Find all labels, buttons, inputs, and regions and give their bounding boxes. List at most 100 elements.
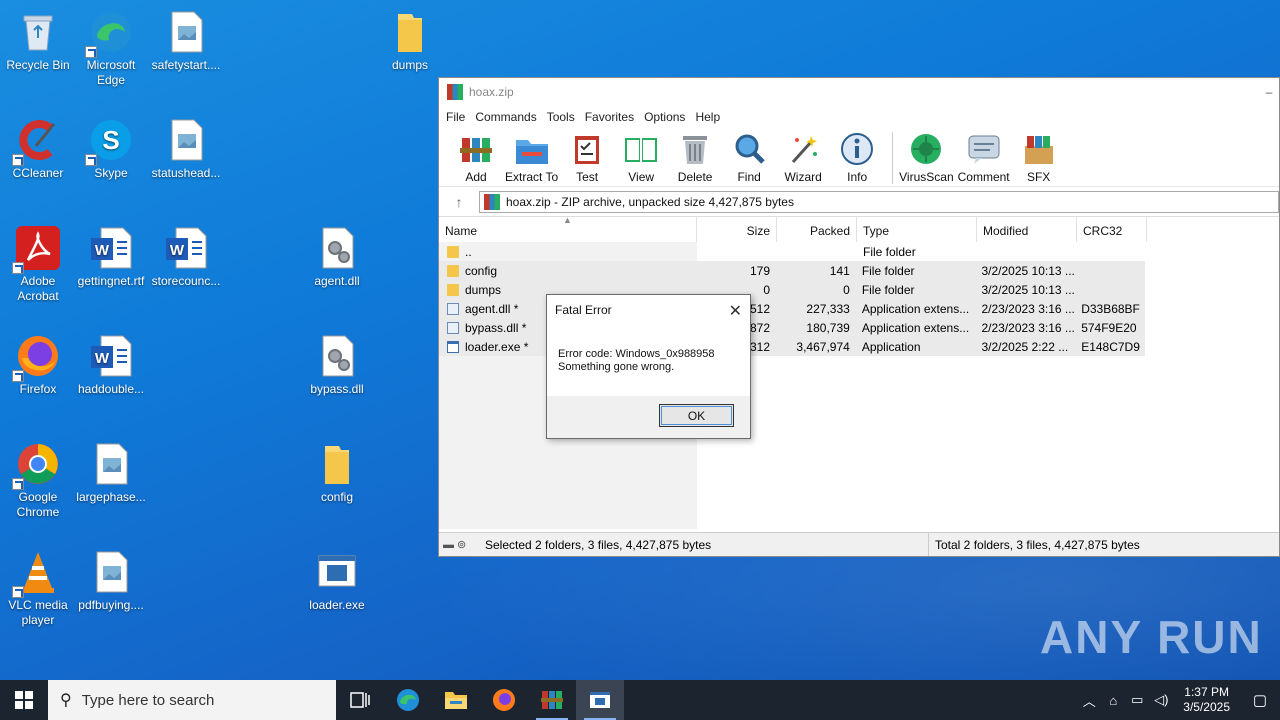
find-button[interactable]: Find <box>724 132 774 184</box>
menu-file[interactable]: File <box>441 110 470 124</box>
file-name: agent.dll * <box>465 301 519 316</box>
fatal-error-dialog[interactable]: Fatal Error ✕ Error code: Windows_0x9889… <box>546 294 751 439</box>
device-icon[interactable]: ⌂ <box>1101 693 1125 708</box>
desktop-icon-gettingnet[interactable]: W gettingnet.rtf <box>73 224 149 289</box>
drive-key-icon[interactable]: ▬ ⊚ <box>439 538 483 551</box>
menu-options[interactable]: Options <box>639 110 690 124</box>
desktop-icon-dumps[interactable]: dumps <box>372 8 448 73</box>
file-row-config[interactable]: config 179 141 File folder 3/2/2025 10:1… <box>439 261 1145 280</box>
dll-file-icon <box>447 302 459 315</box>
info-icon <box>839 132 875 166</box>
shortcut-arrow-icon <box>12 478 24 490</box>
taskbar-firefox[interactable] <box>480 680 528 720</box>
window-title: hoax.zip <box>469 85 514 99</box>
desktop-icon-pdfbuying[interactable]: pdfbuying.... <box>73 548 149 613</box>
desktop-icon-safetystart[interactable]: safetystart.... <box>148 8 224 73</box>
file-name: .. <box>465 244 472 259</box>
word-icon: W <box>87 332 135 380</box>
close-icon[interactable]: ✕ <box>729 301 742 321</box>
column-header-type[interactable]: Type <box>857 217 977 242</box>
info-button[interactable]: Info <box>832 132 882 184</box>
taskbar-edge[interactable] <box>384 680 432 720</box>
desktop-icon-label: CCleaner <box>12 166 64 180</box>
desktop-icon-label: haddouble... <box>77 382 145 396</box>
file-row-loader-exe[interactable]: loader.exe * 312 3,467,974 Application 3… <box>439 337 1145 356</box>
desktop-icon-largephase[interactable]: largephase... <box>73 440 149 505</box>
add-button[interactable]: Add <box>451 132 501 184</box>
desktop-icon-acrobat[interactable]: Adobe Acrobat <box>0 224 76 304</box>
notification-icon[interactable]: ▢ <box>1240 691 1280 709</box>
minimize-icon[interactable]: – <box>1259 85 1279 99</box>
file-row-dumps[interactable]: dumps 0 0 File folder 3/2/2025 10:13 ... <box>439 280 1145 299</box>
archive-path-field[interactable]: hoax.zip - ZIP archive, unpacked size 4,… <box>479 190 1279 213</box>
firefox-icon <box>12 332 62 382</box>
column-header-crc[interactable]: CRC32 <box>1077 217 1147 242</box>
window-titlebar[interactable]: hoax.zip – <box>439 78 1279 106</box>
wizard-button[interactable]: Wizard <box>778 132 828 184</box>
error-code-text: Error code: Windows_0x988958 <box>558 348 715 360</box>
ok-button[interactable]: OK <box>659 404 734 427</box>
desktop-icon-haddouble[interactable]: W haddouble... <box>73 332 149 397</box>
up-arrow-icon[interactable]: ↑ <box>439 194 479 210</box>
desktop-icon-agent-dll[interactable]: agent.dll <box>299 224 375 289</box>
wizard-label: Wizard <box>784 170 822 184</box>
desktop-icon-firefox[interactable]: Firefox <box>0 332 76 397</box>
sfx-button[interactable]: SFX <box>1014 132 1064 184</box>
desktop-icon-label: Microsoft Edge <box>86 58 136 87</box>
start-button[interactable] <box>0 680 48 720</box>
desktop-icon-label: statushead... <box>151 166 221 180</box>
find-label: Find <box>737 170 761 184</box>
shortcut-arrow-icon <box>85 46 97 58</box>
shortcut-arrow-icon <box>12 370 24 382</box>
file-row-bypass-dll[interactable]: bypass.dll * 872 180,739 Application ext… <box>439 318 1145 337</box>
desktop-icon-bypass-dll[interactable]: bypass.dll <box>299 332 375 397</box>
extract-to-button[interactable]: Extract To <box>505 132 558 184</box>
file-row-parent[interactable]: .. File folder <box>439 242 1279 261</box>
desktop-icon-vlc[interactable]: VLC media player <box>0 548 76 628</box>
volume-icon[interactable]: ◁) <box>1149 692 1173 708</box>
file-packed: 0 <box>843 282 850 297</box>
desktop-icon-label: largephase... <box>76 490 146 504</box>
desktop-icon-skype[interactable]: S Skype <box>73 116 149 181</box>
taskbar-search-box[interactable]: ⚲ Type here to search <box>48 680 336 720</box>
column-header-modified[interactable]: Modified <box>977 217 1077 242</box>
desktop-icon-recycle-bin[interactable]: Recycle Bin <box>0 8 76 73</box>
view-button[interactable]: View <box>616 132 666 184</box>
taskbar-winrar[interactable] <box>528 680 576 720</box>
test-label: Test <box>576 170 599 184</box>
clock[interactable]: 1:37 PM 3/5/2025 <box>1173 685 1240 715</box>
sort-ascending-icon: ▲ <box>563 215 572 225</box>
task-view-button[interactable] <box>336 680 384 720</box>
network-icon[interactable]: ▭ <box>1125 692 1149 708</box>
file-type: Application extens... <box>861 301 970 316</box>
column-header-packed[interactable]: Packed <box>777 217 857 242</box>
desktop-icon-edge[interactable]: Microsoft Edge <box>73 8 149 88</box>
desktop-icon-chrome[interactable]: Google Chrome <box>0 440 76 520</box>
view-label: View <box>628 170 655 184</box>
archive-icon <box>484 193 500 210</box>
desktop-icon-loader-exe[interactable]: loader.exe <box>299 548 375 613</box>
menu-tools[interactable]: Tools <box>542 110 580 124</box>
menu-help[interactable]: Help <box>690 110 725 124</box>
folder-icon <box>386 8 434 56</box>
taskbar-file-explorer[interactable] <box>432 680 480 720</box>
chevron-up-icon[interactable]: ︿ <box>1077 691 1101 710</box>
desktop-icon-storecounc[interactable]: W storecounc... <box>148 224 224 289</box>
menu-favorites[interactable]: Favorites <box>580 110 639 124</box>
windows-logo-icon <box>15 691 33 709</box>
menu-commands[interactable]: Commands <box>470 110 541 124</box>
taskbar-loader[interactable] <box>576 680 624 720</box>
desktop-icon-config[interactable]: config <box>299 440 375 505</box>
test-button[interactable]: Test <box>562 132 612 184</box>
desktop-icon-ccleaner[interactable]: CCleaner <box>0 116 76 181</box>
column-header-size[interactable]: Size <box>697 217 777 242</box>
comment-button[interactable]: Comment <box>958 132 1010 184</box>
file-row-agent-dll[interactable]: agent.dll * 512 227,333 Application exte… <box>439 299 1145 318</box>
file-name: config <box>465 263 498 278</box>
file-crc: E148C7D9 <box>1081 339 1140 354</box>
delete-button[interactable]: Delete <box>670 132 720 184</box>
desktop-icon-label: safetystart.... <box>151 58 221 72</box>
virusscan-button[interactable]: VirusScan <box>899 132 954 184</box>
desktop-icon-statushead[interactable]: statushead... <box>148 116 224 181</box>
file-packed: 141 <box>829 263 850 278</box>
